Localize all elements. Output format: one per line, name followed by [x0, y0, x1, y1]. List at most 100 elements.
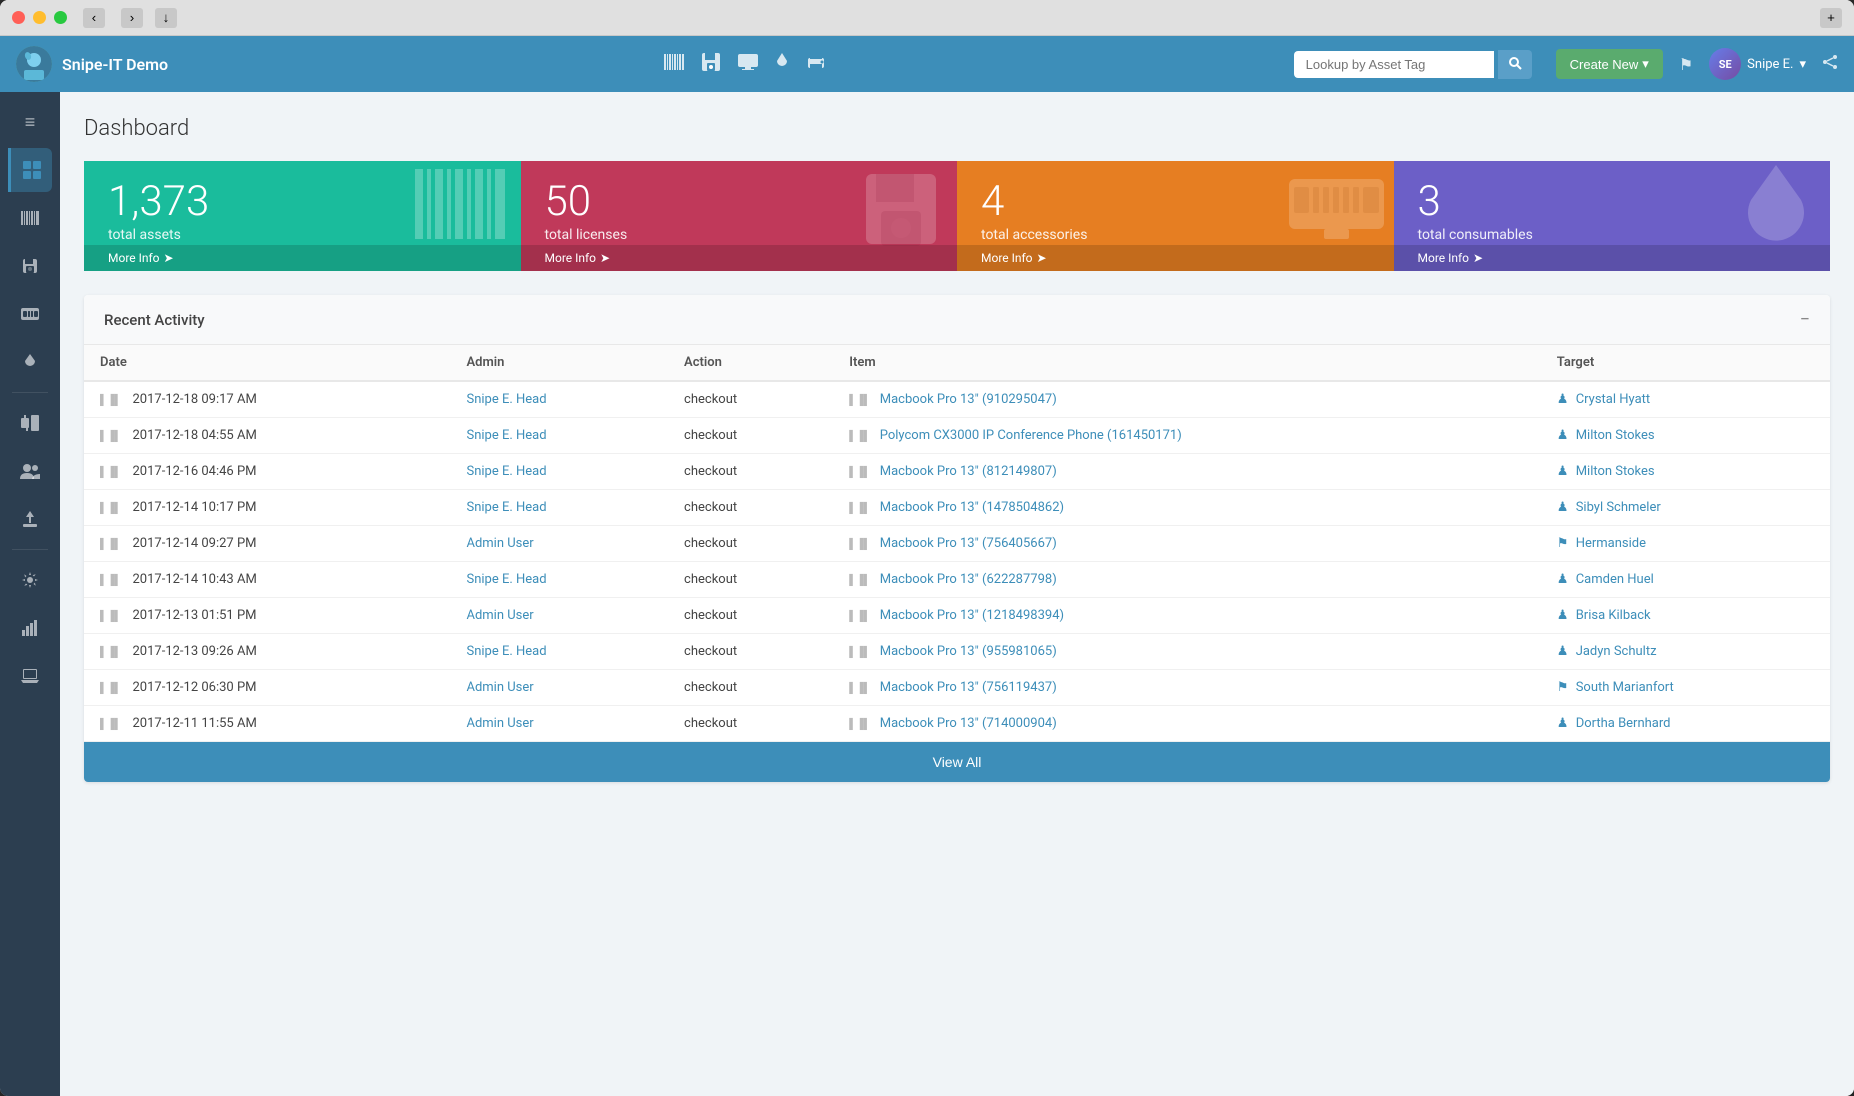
target-link[interactable]: Brisa Kilback [1576, 608, 1651, 623]
cell-item: ▌▐▌ Macbook Pro 13" (955981065) [833, 634, 1541, 670]
brand-avatar [16, 46, 52, 82]
monitor-nav-icon[interactable] [738, 54, 758, 74]
assets-count: 1,373 [108, 181, 209, 223]
cell-action: checkout [668, 670, 833, 706]
save-nav-icon[interactable] [702, 53, 720, 75]
item-link[interactable]: Macbook Pro 13" (910295047) [880, 392, 1057, 407]
accessories-count: 4 [981, 181, 1087, 223]
sidebar-item-components[interactable] [8, 401, 52, 445]
download-button[interactable]: ↓ [155, 8, 177, 28]
item-link[interactable]: Macbook Pro 13" (1218498394) [880, 608, 1064, 623]
topbar: Snipe-IT Demo [0, 36, 1854, 92]
forward-button[interactable]: › [121, 8, 143, 28]
target-link[interactable]: Milton Stokes [1576, 428, 1655, 443]
cell-date: ▌▐▌ 2017-12-18 09:17 AM [84, 381, 450, 418]
target-link[interactable]: Camden Huel [1576, 572, 1654, 587]
user-menu[interactable]: SE Snipe E. ▾ [1709, 48, 1806, 80]
sidebar-item-laptop[interactable] [8, 654, 52, 698]
admin-link[interactable]: Snipe E. Head [466, 464, 546, 479]
item-barcode-icon: ▌▐▌ [849, 539, 870, 550]
view-all-button[interactable]: View All [84, 742, 1830, 782]
cell-date: ▌▐▌ 2017-12-11 11:55 AM [84, 706, 450, 742]
target-type-icon: ♟ [1557, 716, 1569, 731]
barcode-nav-icon[interactable] [664, 54, 684, 74]
target-link[interactable]: Dortha Bernhard [1576, 716, 1671, 731]
item-link[interactable]: Macbook Pro 13" (1478504862) [880, 500, 1064, 515]
consumables-icon [1746, 165, 1806, 271]
col-action: Action [668, 345, 833, 381]
sidebar-item-settings[interactable] [8, 558, 52, 602]
back-button[interactable]: ‹ [83, 8, 105, 28]
sidebar-item-reports[interactable] [8, 606, 52, 650]
search-button[interactable] [1498, 50, 1532, 79]
stat-card-consumables: 3 total consumables More Info ➤ [1394, 161, 1831, 271]
target-link[interactable]: Sibyl Schmeler [1576, 500, 1661, 515]
admin-link[interactable]: Admin User [466, 608, 533, 623]
close-button[interactable] [12, 11, 25, 24]
table-header-row: Date Admin Action Item Target [84, 345, 1830, 381]
create-new-button[interactable]: Create New ▾ [1556, 49, 1663, 79]
sidebar-item-accessories[interactable] [8, 292, 52, 336]
admin-link[interactable]: Snipe E. Head [466, 572, 546, 587]
item-link[interactable]: Macbook Pro 13" (955981065) [880, 644, 1057, 659]
row-barcode-icon: ▌▐▌ [100, 575, 121, 586]
droplet-nav-icon[interactable] [776, 53, 788, 75]
item-barcode-icon: ▌▐▌ [849, 503, 870, 514]
admin-link[interactable]: Snipe E. Head [466, 392, 546, 407]
admin-link[interactable]: Admin User [466, 680, 533, 695]
add-tab-button[interactable]: + [1820, 8, 1842, 28]
licenses-label: total licenses [545, 227, 628, 243]
print-nav-icon[interactable] [806, 54, 826, 74]
cell-date: ▌▐▌ 2017-12-12 06:30 PM [84, 670, 450, 706]
brand: Snipe-IT Demo [16, 46, 196, 82]
sidebar-item-dashboard[interactable] [8, 148, 52, 192]
admin-link[interactable]: Admin User [466, 536, 533, 551]
cell-item: ▌▐▌ Macbook Pro 13" (756405667) [833, 526, 1541, 562]
cell-item: ▌▐▌ Macbook Pro 13" (714000904) [833, 706, 1541, 742]
target-link[interactable]: South Marianfort [1576, 680, 1674, 695]
item-link[interactable]: Macbook Pro 13" (622287798) [880, 572, 1057, 587]
sidebar-item-users[interactable] [8, 449, 52, 493]
target-link[interactable]: Jadyn Schultz [1576, 644, 1657, 659]
item-link[interactable]: Macbook Pro 13" (756119437) [880, 680, 1057, 695]
flag-icon[interactable]: ⚑ [1679, 55, 1693, 74]
cell-date: ▌▐▌ 2017-12-18 04:55 AM [84, 418, 450, 454]
minimize-button[interactable] [33, 11, 46, 24]
target-type-icon: ⚑ [1557, 680, 1569, 695]
target-link[interactable]: Hermanside [1576, 536, 1646, 551]
asset-tag-search [1294, 50, 1532, 79]
cell-action: checkout [668, 490, 833, 526]
admin-link[interactable]: Snipe E. Head [466, 500, 546, 515]
sidebar-item-licenses[interactable] [8, 244, 52, 288]
activity-panel: Recent Activity − Date Admin Action Item… [84, 295, 1830, 782]
item-link[interactable]: Macbook Pro 13" (756405667) [880, 536, 1057, 551]
target-link[interactable]: Crystal Hyatt [1576, 392, 1650, 407]
admin-link[interactable]: Snipe E. Head [466, 428, 546, 443]
sidebar-item-assets[interactable] [8, 196, 52, 240]
user-caret: ▾ [1799, 57, 1806, 72]
activity-collapse-button[interactable]: − [1800, 309, 1810, 330]
admin-link[interactable]: Admin User [466, 716, 533, 731]
row-barcode-icon: ▌▐▌ [100, 611, 121, 622]
target-type-icon: ♟ [1557, 500, 1569, 515]
create-new-caret: ▾ [1642, 56, 1649, 72]
admin-link[interactable]: Snipe E. Head [466, 644, 546, 659]
table-row: ▌▐▌ 2017-12-16 04:46 PM Snipe E. Head ch… [84, 454, 1830, 490]
col-target: Target [1541, 345, 1830, 381]
item-link[interactable]: Macbook Pro 13" (714000904) [880, 716, 1057, 731]
stat-card-consumables-body: 3 total consumables [1418, 181, 1807, 243]
accessories-icon [1289, 169, 1384, 255]
share-icon[interactable] [1822, 54, 1838, 74]
sidebar-divider-1 [12, 392, 48, 393]
item-link[interactable]: Macbook Pro 13" (812149807) [880, 464, 1057, 479]
target-link[interactable]: Milton Stokes [1576, 464, 1655, 479]
sidebar-item-consumables[interactable] [8, 340, 52, 384]
topbar-right-actions: Create New ▾ ⚑ SE Snipe E. ▾ [1556, 48, 1838, 80]
search-input[interactable] [1294, 51, 1494, 78]
sidebar-item-upload[interactable] [8, 497, 52, 541]
cell-action: checkout [668, 526, 833, 562]
item-barcode-icon: ▌▐▌ [849, 611, 870, 622]
maximize-button[interactable] [54, 11, 67, 24]
item-link[interactable]: Polycom CX3000 IP Conference Phone (1614… [880, 428, 1182, 443]
sidebar-item-menu[interactable]: ≡ [8, 100, 52, 144]
